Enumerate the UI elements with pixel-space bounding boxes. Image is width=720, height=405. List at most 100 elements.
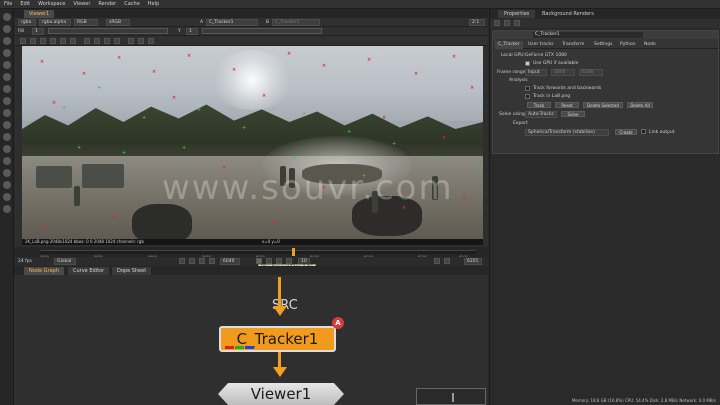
timeline-track[interactable]	[40, 250, 476, 254]
track-marker: +	[302, 111, 307, 117]
timeline[interactable]: 5800 5850 5900 5950 6000 6050 6100 6150 …	[14, 247, 488, 259]
track-fb-checkbox[interactable]	[525, 86, 530, 91]
region-icon[interactable]	[60, 38, 66, 44]
tracker-node[interactable]: C_Tracker1	[219, 326, 336, 352]
end-frame-field[interactable]: 6201	[464, 258, 482, 265]
channel-tool-icon[interactable]	[3, 61, 11, 69]
misc-tool-icon[interactable]	[3, 205, 11, 213]
reset-button[interactable]: Reset	[555, 102, 579, 108]
tab-python[interactable]: Python	[617, 41, 639, 49]
compare-icon[interactable]	[114, 38, 120, 44]
tab-dope-sheet[interactable]: Dope Sheet	[112, 267, 152, 275]
plugin-tool-icon[interactable]	[3, 181, 11, 189]
track-marker: ×	[40, 59, 45, 65]
export-dropdown[interactable]: SphericalTransform (stabilise)	[525, 129, 609, 136]
tab-settings[interactable]: Settings	[591, 41, 615, 49]
menu-help[interactable]: Help	[148, 1, 159, 7]
prev-frame-icon[interactable]	[199, 258, 205, 264]
range-mode-dropdown[interactable]: Global	[54, 258, 76, 265]
frame-end-field[interactable]: 6200	[579, 69, 603, 76]
track-lab-checkbox[interactable]	[525, 94, 530, 99]
tab-properties[interactable]: Properties	[498, 10, 536, 18]
solve-button[interactable]: Solve	[561, 111, 585, 117]
gain-slider[interactable]	[48, 28, 168, 34]
display-dropdown[interactable]: RGB	[74, 19, 98, 26]
color-tool-icon[interactable]	[3, 73, 11, 81]
frame-range-dropdown[interactable]: Input	[525, 69, 547, 76]
delete-selected-button[interactable]: Delete Selected	[583, 102, 623, 108]
node-name-field[interactable]: C_Tracker1	[533, 32, 643, 38]
menu-workspace[interactable]: Workspace	[38, 1, 65, 7]
viewer-image[interactable]: × × × × × × × × × × × × × × × × × × × × …	[22, 46, 483, 239]
menu-cache[interactable]: Cache	[124, 1, 140, 7]
layer-dropdown[interactable]: rgba.alpha	[39, 19, 71, 26]
roi-icon[interactable]	[20, 38, 26, 44]
first-frame-icon[interactable]	[179, 258, 185, 264]
flipbook-icon[interactable]	[444, 258, 450, 264]
menu-file[interactable]: File	[4, 1, 12, 7]
gain-field[interactable]: 1	[32, 28, 44, 35]
tab-curve-editor[interactable]: Curve Editor	[68, 267, 110, 275]
merge-tool-icon[interactable]	[3, 85, 11, 93]
viewer-node[interactable]: Viewer1	[218, 383, 344, 405]
gear-icon[interactable]	[3, 193, 11, 201]
link-output-checkbox[interactable]	[641, 129, 646, 134]
channels-dropdown[interactable]: rgba	[18, 19, 36, 26]
pause-icon[interactable]	[50, 38, 56, 44]
tab-node-graph[interactable]: Node Graph	[24, 267, 64, 275]
3d-tool-icon[interactable]	[3, 109, 11, 117]
delete-all-button[interactable]: Delete All	[627, 102, 653, 108]
draw-tool-icon[interactable]	[3, 25, 11, 33]
node-graph-minimap[interactable]	[416, 388, 486, 405]
select-tool-icon[interactable]	[3, 13, 11, 21]
input-a-dropdown[interactable]: C_Tracker1	[206, 19, 258, 26]
views-tool-icon[interactable]	[3, 121, 11, 129]
solve-mode-dropdown[interactable]: Auto-Tracks	[525, 111, 557, 118]
other-tool-icon[interactable]	[3, 157, 11, 165]
menu-viewer[interactable]: Viewer	[73, 1, 90, 7]
transform-tool-icon[interactable]	[3, 97, 11, 105]
node-graph-canvas[interactable]: SRC C_Tracker1 A Viewer1	[14, 275, 488, 405]
clip-warning-icon[interactable]	[30, 38, 36, 44]
loop-icon[interactable]	[434, 258, 440, 264]
proxy-icon[interactable]	[40, 38, 46, 44]
stop-icon[interactable]	[70, 38, 76, 44]
tab-transform[interactable]: Transform	[559, 41, 587, 49]
metadata-tool-icon[interactable]	[3, 133, 11, 141]
zoom-dropdown[interactable]: 2:1	[469, 19, 485, 26]
tab-node[interactable]: Node	[641, 41, 659, 49]
create-button[interactable]: Create	[615, 129, 637, 135]
current-frame-field[interactable]: 6040	[220, 258, 240, 265]
lock-icon[interactable]	[494, 20, 500, 26]
guides-icon[interactable]	[128, 38, 134, 44]
overlay-icon[interactable]	[94, 38, 100, 44]
tab-viewer1[interactable]: Viewer1	[24, 10, 55, 18]
input-a-label: A	[200, 20, 204, 25]
snapshot-icon[interactable]	[104, 38, 110, 44]
filter-tool-icon[interactable]	[3, 37, 11, 45]
input-b-dropdown[interactable]: C_Tracker1	[272, 19, 320, 26]
toolsets-tool-icon[interactable]	[3, 145, 11, 153]
track-button[interactable]: Track	[527, 102, 551, 108]
prev-keyframe-icon[interactable]	[189, 258, 195, 264]
time-tool-icon[interactable]	[3, 49, 11, 57]
menu-render[interactable]: Render	[98, 1, 116, 7]
menu-edit[interactable]: Edit	[20, 1, 30, 7]
frame-start-field[interactable]: 5800	[551, 69, 575, 76]
mask-icon[interactable]	[138, 38, 144, 44]
play-backward-icon[interactable]	[209, 258, 215, 264]
tab-background-renders[interactable]: Background Renders	[536, 10, 600, 18]
use-gpu-checkbox[interactable]	[525, 61, 530, 66]
caravr-tool-icon[interactable]	[3, 169, 11, 177]
gamma-slider[interactable]	[202, 28, 322, 34]
track-marker: ×	[272, 220, 277, 226]
playhead[interactable]	[292, 248, 295, 256]
tab-user-tracks[interactable]: User tracks	[525, 41, 556, 49]
clear-panels-icon[interactable]	[514, 20, 520, 26]
grid-icon[interactable]	[148, 38, 154, 44]
tab-c-tracker[interactable]: C_Tracker	[495, 41, 523, 49]
gamma-field[interactable]: 1	[186, 28, 198, 35]
lut-icon[interactable]	[84, 38, 90, 44]
colorspace-dropdown[interactable]: sRGB	[106, 19, 130, 26]
max-panels-icon[interactable]	[504, 20, 510, 26]
